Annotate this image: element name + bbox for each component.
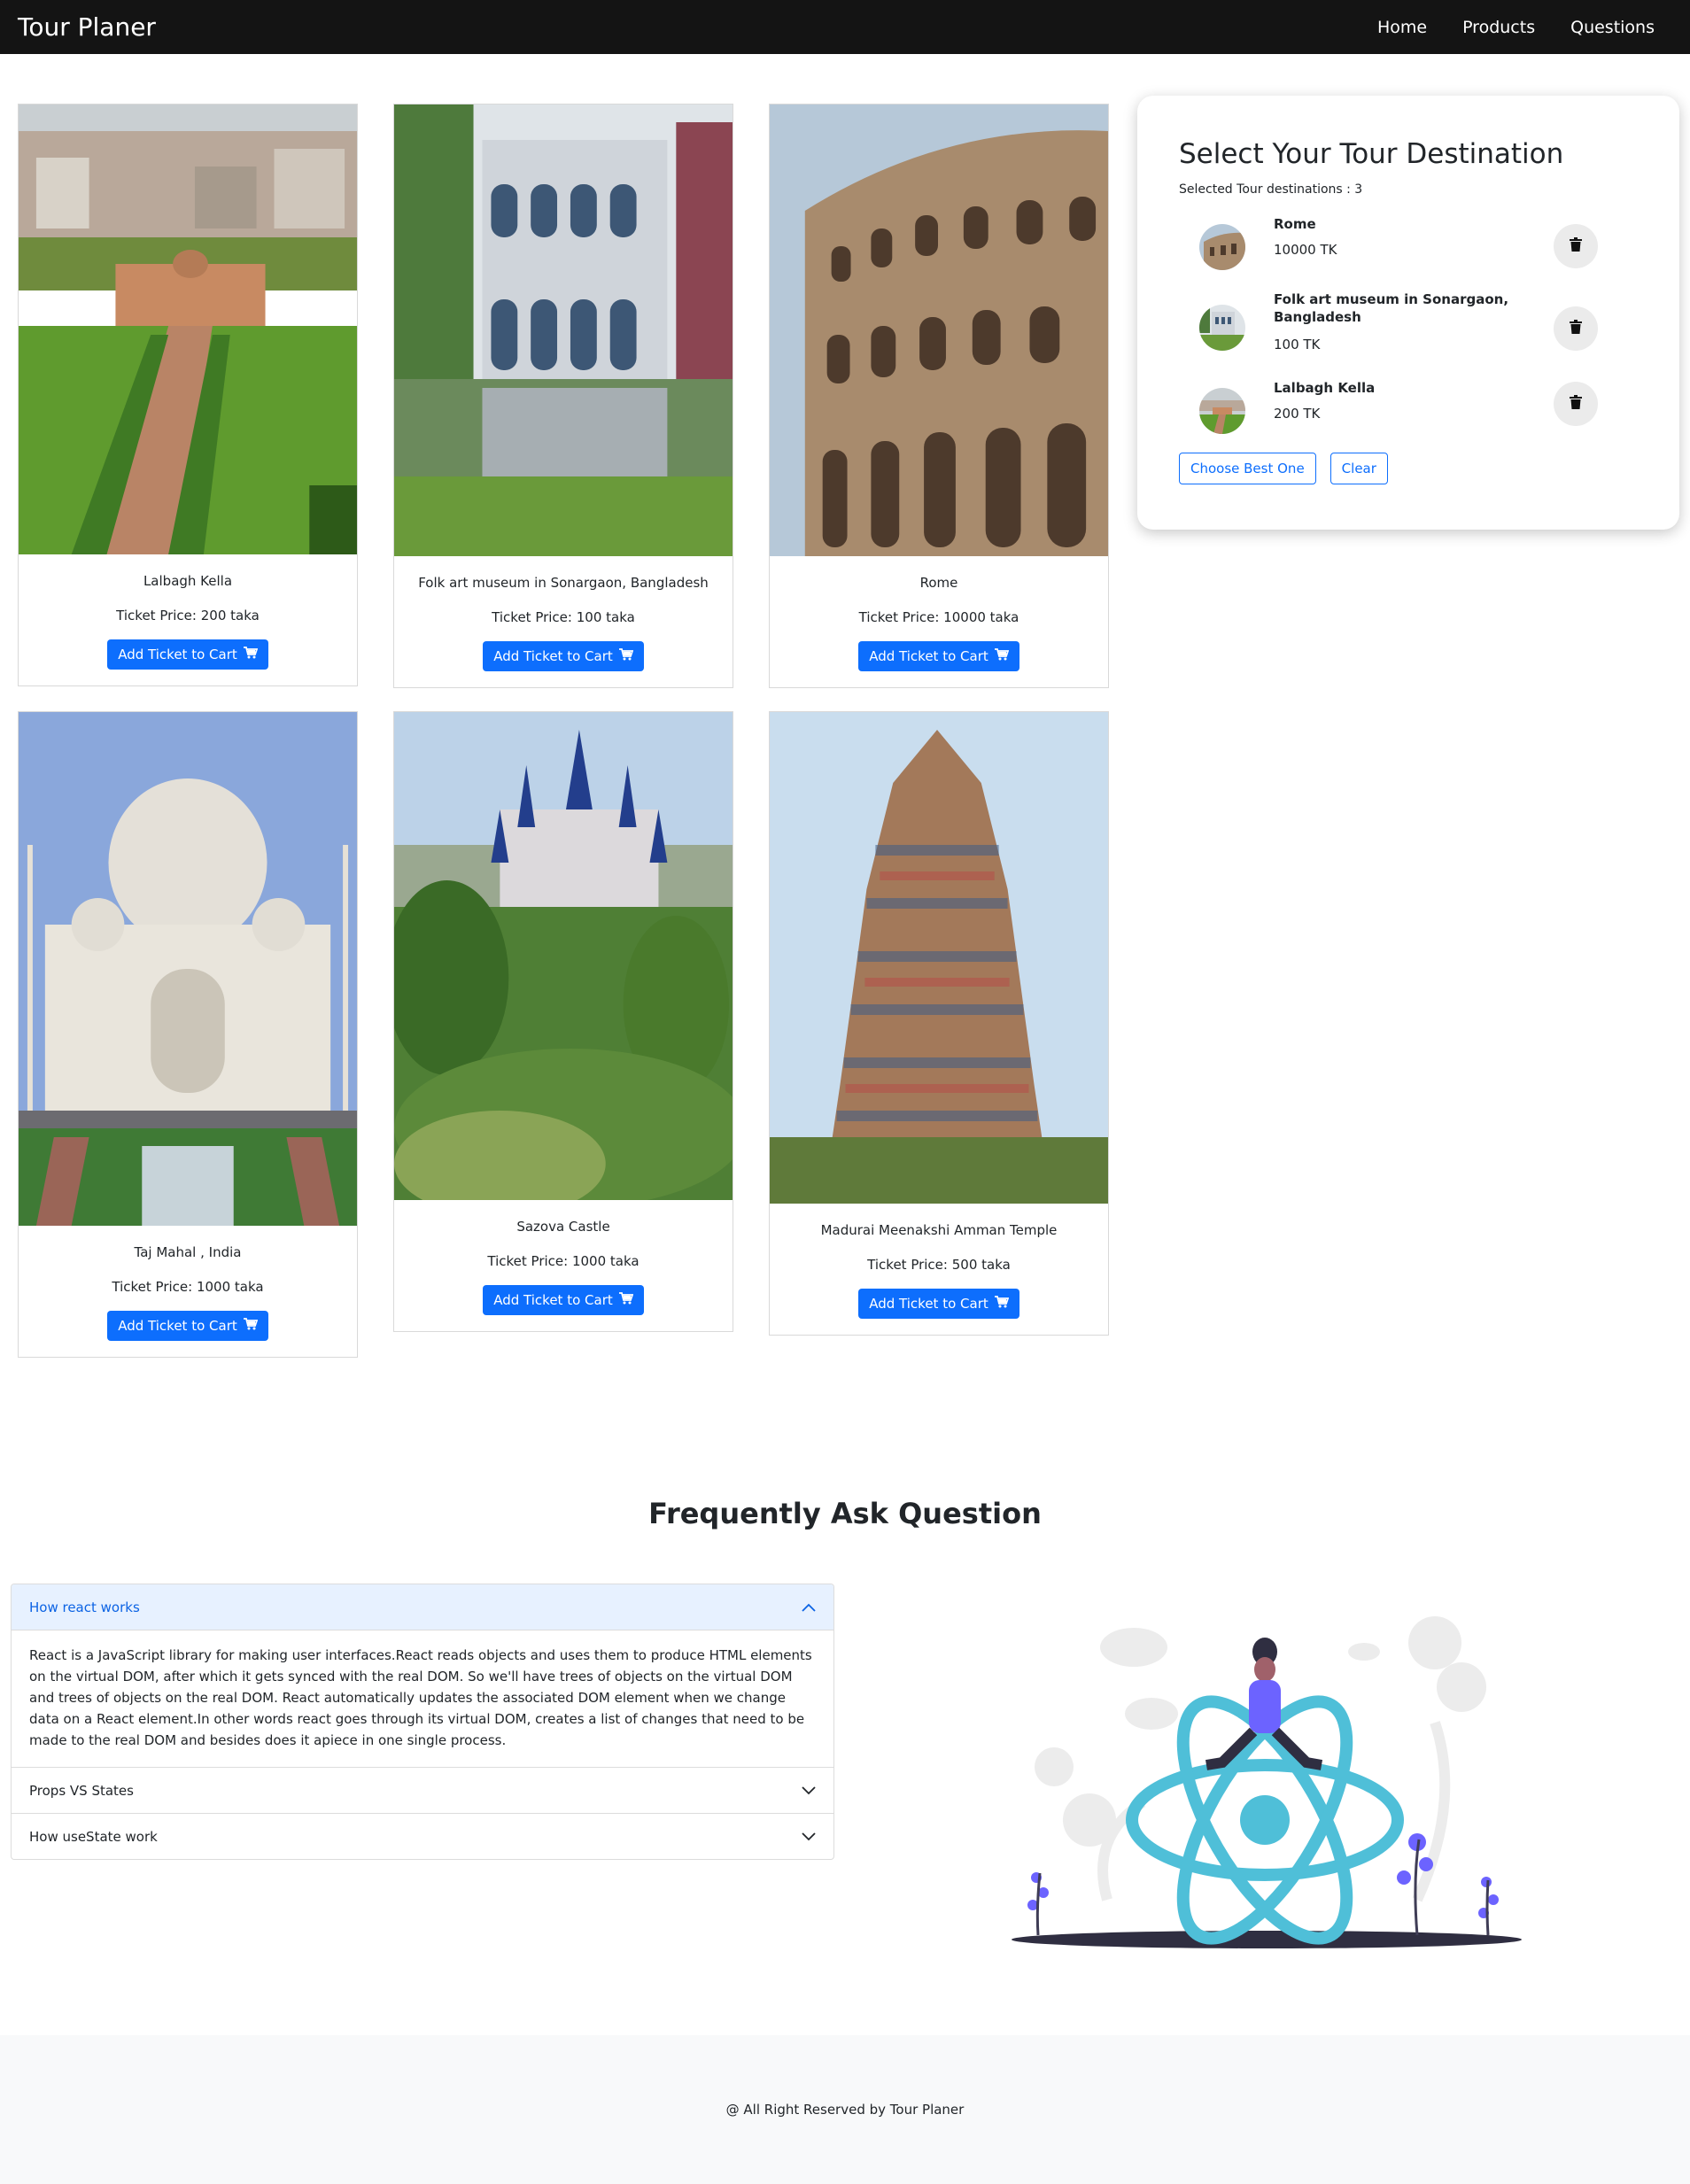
cart-item-thumbnail (1199, 224, 1245, 270)
cart-item: Lalbagh Kella 200 TK (1199, 379, 1642, 450)
chevron-down-icon (802, 1783, 816, 1799)
product-body: Sazova Castle Ticket Price: 1000 taka Ad… (394, 1200, 733, 1331)
add-to-cart-label: Add Ticket to Cart (118, 1318, 237, 1334)
accordion-header[interactable]: How react works (12, 1584, 833, 1630)
react-illustration (1001, 1607, 1532, 1962)
brand-logo[interactable]: Tour Planer (18, 12, 156, 42)
product-body: Lalbagh Kella Ticket Price: 200 taka Add… (19, 554, 357, 685)
cart-item-price: 100 TK (1274, 337, 1321, 352)
product-card: Sazova Castle Ticket Price: 1000 taka Ad… (393, 711, 733, 1332)
accordion-header[interactable]: Props VS States (12, 1767, 833, 1813)
cart-item: Rome 10000 TK (1199, 215, 1642, 286)
cart-item-thumbnail (1199, 388, 1245, 434)
product-price: Ticket Price: 200 taka (116, 608, 260, 623)
product-price: Ticket Price: 100 taka (492, 609, 635, 625)
add-to-cart-label: Add Ticket to Cart (493, 1292, 613, 1308)
product-body: Folk art museum in Sonargaon, Bangladesh… (394, 556, 733, 687)
accordion-question: Props VS States (29, 1782, 134, 1799)
product-name: Lalbagh Kella (143, 573, 233, 589)
footer-text: @ All Right Reserved by Tour Planer (725, 2102, 965, 2118)
add-to-cart-label: Add Ticket to Cart (869, 648, 988, 664)
product-image (394, 105, 733, 556)
delete-button[interactable] (1554, 382, 1598, 426)
product-image (770, 712, 1108, 1204)
product-card: Folk art museum in Sonargaon, Bangladesh… (393, 104, 733, 688)
cart-count: Selected Tour destinations : 3 (1179, 182, 1363, 197)
product-card: Madurai Meenakshi Amman Temple Ticket Pr… (769, 711, 1109, 1336)
navbar: Tour Planer Home Products Questions (0, 0, 1690, 54)
product-price: Ticket Price: 1000 taka (487, 1253, 640, 1269)
cart-item-name: Folk art museum in Sonargaon, Bangladesh (1274, 291, 1509, 325)
accordion-answer: React is a JavaScript library for making… (29, 1647, 812, 1748)
cart-item-thumbnail (1199, 305, 1245, 351)
product-name: Sazova Castle (516, 1219, 610, 1235)
add-to-cart-button[interactable]: Add Ticket to Cart (483, 641, 644, 671)
product-price: Ticket Price: 1000 taka (112, 1279, 264, 1295)
cart-title: Select Your Tour Destination (1179, 138, 1564, 170)
add-to-cart-button[interactable]: Add Ticket to Cart (858, 641, 1019, 671)
cart-item: Folk art museum in Sonargaon, Bangladesh… (1199, 290, 1642, 361)
chevron-up-icon (802, 1599, 816, 1615)
trash-icon (1570, 237, 1582, 255)
choose-best-button[interactable]: Choose Best One (1179, 453, 1316, 484)
cart-icon (618, 648, 633, 664)
product-image (19, 105, 357, 554)
cart-icon (618, 1292, 633, 1308)
faq-title: Frequently Ask Question (648, 1497, 1042, 1530)
trash-icon (1570, 320, 1582, 337)
product-body: Madurai Meenakshi Amman Temple Ticket Pr… (770, 1204, 1108, 1335)
cart-panel: Select Your Tour Destination Selected To… (1137, 96, 1679, 530)
product-name: Taj Mahal , India (134, 1244, 242, 1260)
add-to-cart-label: Add Ticket to Cart (869, 1296, 988, 1312)
product-name: Rome (919, 575, 958, 591)
cart-item-name: Rome (1274, 216, 1316, 232)
add-to-cart-button[interactable]: Add Ticket to Cart (107, 1311, 268, 1341)
add-to-cart-button[interactable]: Add Ticket to Cart (858, 1289, 1019, 1319)
product-card: Rome Ticket Price: 10000 taka Add Ticket… (769, 104, 1109, 688)
cart-icon (243, 1318, 258, 1334)
add-to-cart-label: Add Ticket to Cart (118, 647, 237, 662)
add-to-cart-button[interactable]: Add Ticket to Cart (483, 1285, 644, 1315)
footer: @ All Right Reserved by Tour Planer (0, 2035, 1690, 2184)
product-body: Rome Ticket Price: 10000 taka Add Ticket… (770, 556, 1108, 687)
product-image (19, 712, 357, 1226)
delete-button[interactable] (1554, 224, 1598, 268)
product-card: Lalbagh Kella Ticket Price: 200 taka Add… (18, 104, 358, 686)
nav-links: Home Products Questions (1377, 18, 1672, 37)
product-price: Ticket Price: 10000 taka (858, 609, 1019, 625)
cart-icon (994, 648, 1009, 664)
cart-actions: Choose Best One Clear (1179, 453, 1388, 484)
nav-link-home[interactable]: Home (1377, 18, 1427, 37)
accordion-question: How react works (29, 1599, 140, 1615)
faq-accordion: How react works React is a JavaScript li… (11, 1584, 834, 1860)
cart-item-price: 200 TK (1274, 406, 1321, 422)
add-to-cart-button[interactable]: Add Ticket to Cart (107, 639, 268, 670)
add-to-cart-label: Add Ticket to Cart (493, 648, 613, 664)
cart-item-name: Lalbagh Kella (1274, 380, 1376, 396)
product-name: Folk art museum in Sonargaon, Bangladesh (418, 575, 709, 591)
nav-link-products[interactable]: Products (1462, 18, 1535, 37)
clear-button[interactable]: Clear (1330, 453, 1388, 484)
accordion-question: How useState work (29, 1828, 158, 1845)
trash-icon (1570, 395, 1582, 413)
accordion-header[interactable]: How useState work (12, 1813, 833, 1859)
cart-icon (994, 1296, 1009, 1312)
delete-button[interactable] (1554, 306, 1598, 351)
cart-item-price: 10000 TK (1274, 242, 1337, 258)
product-price: Ticket Price: 500 taka (867, 1257, 1011, 1273)
product-body: Taj Mahal , India Ticket Price: 1000 tak… (19, 1226, 357, 1357)
product-name: Madurai Meenakshi Amman Temple (820, 1222, 1058, 1238)
chevron-down-icon (802, 1829, 816, 1845)
nav-link-questions[interactable]: Questions (1570, 18, 1655, 37)
product-image (394, 712, 733, 1200)
product-image (770, 105, 1108, 556)
cart-icon (243, 647, 258, 662)
product-card: Taj Mahal , India Ticket Price: 1000 tak… (18, 711, 358, 1358)
